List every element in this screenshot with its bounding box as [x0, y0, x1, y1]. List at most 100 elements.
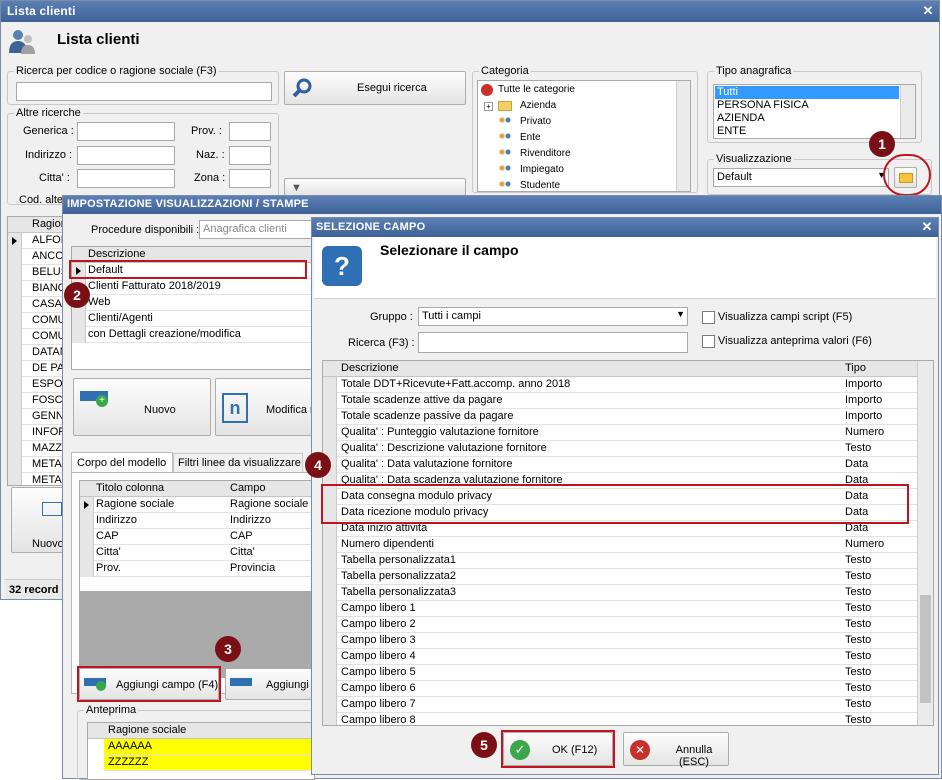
- client-row[interactable]: DE PAG: [8, 361, 66, 377]
- scroll-thumb[interactable]: [920, 595, 931, 703]
- main-new-button[interactable]: Nuovo: [11, 487, 67, 553]
- field-desc-cell: Campo libero 8: [341, 714, 416, 726]
- indirizzo-input[interactable]: [77, 146, 175, 165]
- fields-scrollbar[interactable]: [917, 361, 933, 725]
- tipo-item[interactable]: ENTE: [717, 125, 746, 137]
- group-select[interactable]: Tutti i campi ▼: [418, 307, 688, 326]
- field-row[interactable]: Totale scadenze attive da pagare Importo: [323, 393, 933, 409]
- field-row[interactable]: Campo libero 7 Testo: [323, 697, 933, 713]
- field-row[interactable]: Campo libero 1 Testo: [323, 601, 933, 617]
- add-button-2[interactable]: Aggiungi a: [225, 668, 315, 700]
- expand-icon[interactable]: +: [484, 102, 493, 111]
- modify-button[interactable]: n Modifica r: [215, 378, 315, 436]
- category-item[interactable]: Ente: [520, 132, 541, 143]
- client-row[interactable]: BELUS: [8, 265, 66, 281]
- client-row[interactable]: METAL: [8, 457, 66, 473]
- field-row[interactable]: Campo libero 5 Testo: [323, 665, 933, 681]
- script-checkbox[interactable]: [702, 311, 715, 324]
- field-row[interactable]: Tabella personalizzata3 Testo: [323, 585, 933, 601]
- model-row[interactable]: Clienti Fatturato 2018/2019: [72, 279, 314, 295]
- field-row[interactable]: Totale scadenze passive da pagare Importo: [323, 409, 933, 425]
- main-close-button[interactable]: ✕: [921, 4, 935, 18]
- category-item[interactable]: Azienda: [520, 100, 556, 111]
- highlight-add-field: [77, 666, 221, 702]
- cancel-button[interactable]: ✕ Annulla (ESC): [623, 732, 729, 768]
- model-row[interactable]: Clienti/Agenti: [72, 311, 314, 327]
- field-type-cell: Testo: [845, 634, 872, 646]
- client-row[interactable]: INFOR: [8, 425, 66, 441]
- model-row[interactable]: Web: [72, 295, 314, 311]
- field-row[interactable]: Campo libero 2 Testo: [323, 617, 933, 633]
- client-row[interactable]: COMU: [8, 329, 66, 345]
- search-input[interactable]: [16, 82, 272, 101]
- client-row[interactable]: CASAL: [8, 297, 66, 313]
- tipo-item[interactable]: PERSONA FISICA: [717, 99, 809, 111]
- field-type-cell: Testo: [845, 714, 872, 726]
- category-item[interactable]: Privato: [520, 116, 551, 127]
- main-header-title: Lista clienti: [57, 31, 140, 48]
- preview-cell: AAAAAA: [108, 740, 153, 752]
- field-row[interactable]: Campo libero 6 Testo: [323, 681, 933, 697]
- category-item[interactable]: Rivenditore: [520, 148, 571, 159]
- row-indicator: [72, 327, 86, 343]
- client-row[interactable]: DATAN: [8, 345, 66, 361]
- field-row[interactable]: Tabella personalizzata2 Testo: [323, 569, 933, 585]
- field-row[interactable]: Qualita' : Punteggio valutazione fornito…: [323, 425, 933, 441]
- row-indicator: [323, 697, 337, 713]
- client-row[interactable]: GENNA: [8, 409, 66, 425]
- preview-grid: Ragione sociale AAAAAA ZZZZZZ: [87, 722, 315, 780]
- tipo-item[interactable]: Tutti: [717, 86, 738, 98]
- search-button[interactable]: Esegui ricerca: [284, 71, 466, 105]
- field-row[interactable]: Qualita' : Descrizione valutazione forni…: [323, 441, 933, 457]
- tab-corpo[interactable]: Corpo del modello: [71, 452, 173, 472]
- client-row[interactable]: ANCOR: [8, 249, 66, 265]
- sel-close-button[interactable]: ✕: [920, 220, 934, 234]
- tipo-scrollbar[interactable]: [900, 85, 915, 138]
- naz-input[interactable]: [229, 146, 271, 165]
- field-row[interactable]: Qualita' : Data valutazione fornitore Dat…: [323, 457, 933, 473]
- client-row[interactable]: MAZZI: [8, 441, 66, 457]
- field-desc-cell: Totale DDT+Ricevute+Fatt.accomp. anno 20…: [341, 378, 571, 390]
- tab-corpo-label: Corpo del modello: [77, 457, 167, 469]
- tab-filtri[interactable]: Filtri linee da visualizzare: [173, 453, 303, 472]
- preview-checkbox[interactable]: [702, 335, 715, 348]
- field-row[interactable]: Campo libero 4 Testo: [323, 649, 933, 665]
- proc-select[interactable]: Anagrafica clienti: [199, 220, 315, 239]
- column-row[interactable]: Ragione sociale Ragione sociale o: [80, 497, 314, 513]
- column-row[interactable]: Prov. Provincia: [80, 561, 314, 577]
- generica-input[interactable]: [77, 122, 175, 141]
- zona-input[interactable]: [229, 169, 271, 188]
- client-row[interactable]: FOSCO: [8, 393, 66, 409]
- row-indicator: [323, 393, 337, 409]
- visualizzazione-select[interactable]: Default ▼: [713, 168, 889, 187]
- field-row[interactable]: Numero dipendenti Numero: [323, 537, 933, 553]
- field-row[interactable]: Campo libero 8 Testo: [323, 713, 933, 726]
- column-row[interactable]: Citta' Citta': [80, 545, 314, 561]
- col-field-cell: Provincia: [230, 562, 276, 574]
- filter-button[interactable]: ▼: [284, 178, 466, 196]
- category-item[interactable]: Tutte le categorie: [498, 84, 575, 95]
- field-search-input[interactable]: [418, 332, 688, 353]
- client-row[interactable]: BIANC: [8, 281, 66, 297]
- prov-input[interactable]: [229, 122, 271, 141]
- tipo-item-selected[interactable]: [715, 86, 899, 99]
- column-row[interactable]: CAP CAP: [80, 529, 314, 545]
- col-title-cell: Indirizzo: [96, 514, 137, 526]
- column-row[interactable]: Indirizzo Indirizzo: [80, 513, 314, 529]
- model-row[interactable]: con Dettagli creazione/modifica: [72, 327, 314, 343]
- category-scrollbar[interactable]: [676, 81, 690, 191]
- tipo-item[interactable]: AZIENDA: [717, 112, 765, 124]
- field-row[interactable]: Totale DDT+Ricevute+Fatt.accomp. anno 20…: [323, 377, 933, 393]
- client-row[interactable]: ESPOS: [8, 377, 66, 393]
- citta-input[interactable]: [77, 169, 175, 188]
- category-item[interactable]: Impiegato: [520, 164, 564, 175]
- field-desc-cell: Totale scadenze passive da pagare: [341, 410, 514, 422]
- client-row[interactable]: COMU: [8, 313, 66, 329]
- client-row[interactable]: ALFON: [8, 233, 66, 249]
- category-item[interactable]: Studente: [520, 180, 560, 191]
- field-row[interactable]: Campo libero 3 Testo: [323, 633, 933, 649]
- model-cell: Web: [88, 296, 111, 308]
- imp-new-button[interactable]: + Nuovo: [73, 378, 211, 436]
- client-row[interactable]: METAL: [8, 473, 66, 485]
- field-row[interactable]: Tabella personalizzata1 Testo: [323, 553, 933, 569]
